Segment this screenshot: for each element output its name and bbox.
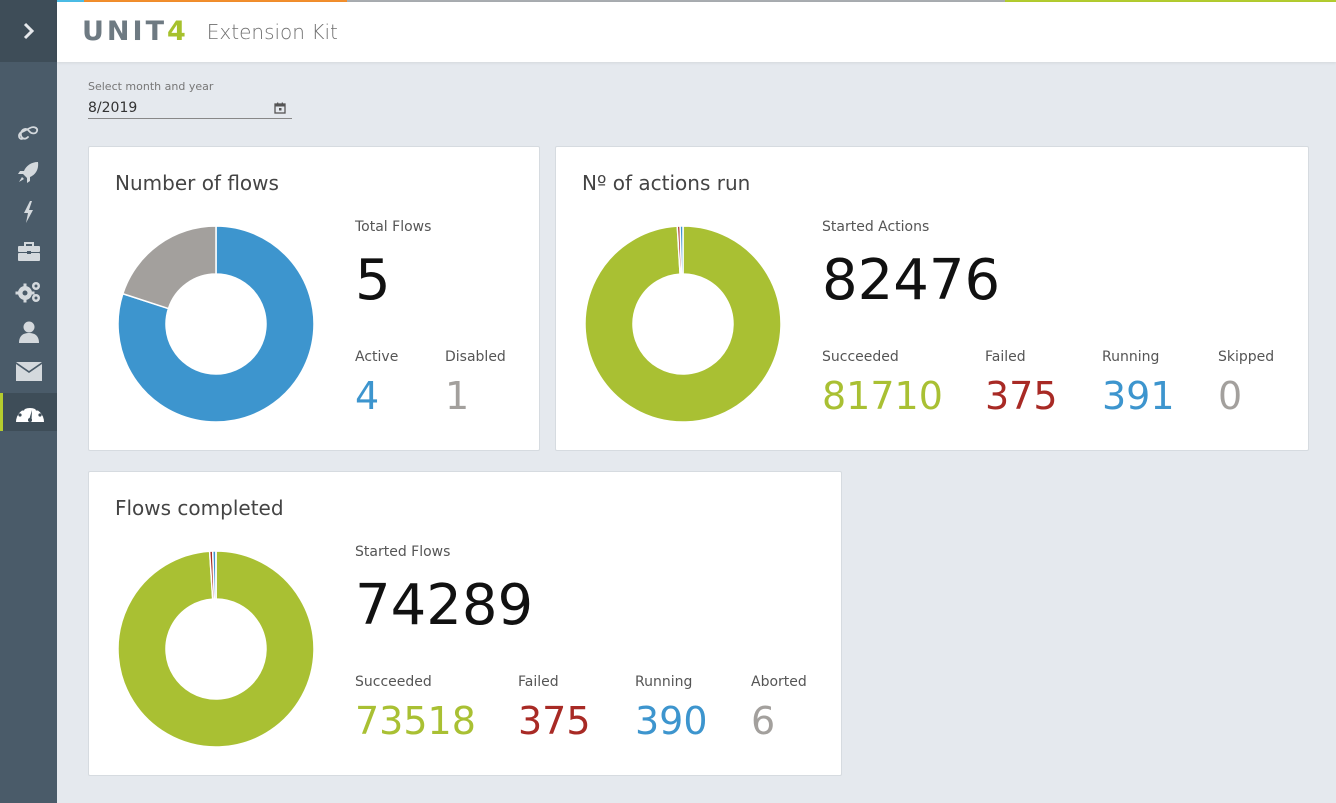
running-label: Running: [635, 674, 693, 690]
sidebar-item-dashboard[interactable]: [0, 393, 57, 431]
calendar-icon[interactable]: [274, 102, 286, 114]
logo-wordmark: UNIT4: [82, 16, 189, 47]
donut-slice-disabled[interactable]: [121, 225, 217, 310]
flows-donut-chart: [117, 225, 315, 423]
card-title: Flows completed: [115, 496, 284, 520]
envelope-icon: [15, 362, 42, 381]
gears-icon: [15, 282, 40, 303]
succeeded-value: 73518: [355, 699, 476, 743]
started-actions-value: 82476: [822, 248, 1001, 313]
lightning-icon: [23, 201, 33, 223]
skipped-label: Skipped: [1218, 349, 1275, 365]
sidebar-item-messages[interactable]: [0, 353, 57, 391]
skipped-value: 0: [1218, 374, 1243, 418]
app-header: UNIT4 Extension Kit: [57, 2, 1336, 62]
failed-value: 375: [518, 699, 591, 743]
sidebar-item-triggers[interactable]: [0, 193, 57, 231]
rocket-icon: [17, 162, 38, 183]
briefcase-icon: [17, 242, 40, 261]
running-label: Running: [1102, 349, 1160, 365]
completed-donut-chart: [117, 550, 315, 748]
logo-unit: UNIT: [82, 16, 167, 47]
card-title: Nº of actions run: [582, 171, 751, 195]
month-year-value: 8/2019: [88, 99, 138, 116]
sidebar-item-users[interactable]: [0, 313, 57, 351]
sidebar-item-deploy[interactable]: [0, 153, 57, 191]
active-value: 4: [355, 374, 380, 418]
sidebar: [0, 0, 57, 803]
failed-label: Failed: [985, 349, 1026, 365]
unit4-logo[interactable]: UNIT4 Extension Kit: [82, 16, 338, 47]
card-actions-run: Nº of actions run Started Actions 82476 …: [555, 146, 1309, 451]
active-label: Active: [355, 349, 399, 365]
failed-value: 375: [985, 374, 1058, 418]
succeeded-label: Succeeded: [822, 349, 899, 365]
sidebar-toggle-button[interactable]: [0, 0, 57, 62]
user-icon: [18, 321, 39, 343]
started-actions-label: Started Actions: [822, 219, 930, 235]
total-flows-label: Total Flows: [355, 219, 432, 235]
month-year-picker: Select month and year 8/2019: [88, 80, 292, 119]
disabled-label: Disabled: [445, 349, 506, 365]
card-title: Number of flows: [115, 171, 279, 195]
started-flows-label: Started Flows: [355, 544, 451, 560]
sidebar-item-services[interactable]: [0, 233, 57, 271]
actions-donut-chart: [584, 225, 782, 423]
disabled-value: 1: [445, 374, 470, 418]
succeeded-value: 81710: [822, 374, 943, 418]
total-flows-value: 5: [355, 248, 391, 313]
running-value: 391: [1102, 374, 1175, 418]
started-flows-value: 74289: [355, 573, 534, 638]
infinity-icon: [17, 126, 38, 140]
card-flows-completed: Flows completed Started Flows 74289 Succ…: [88, 471, 842, 776]
succeeded-label: Succeeded: [355, 674, 432, 690]
dashboard-icon: [16, 404, 44, 422]
logo-four: 4: [166, 16, 189, 47]
aborted-label: Aborted: [751, 674, 807, 690]
sidebar-item-integrations[interactable]: [0, 113, 57, 151]
running-value: 390: [635, 699, 708, 743]
month-year-label: Select month and year: [88, 80, 214, 93]
chevron-right-icon: [23, 22, 34, 40]
month-year-input[interactable]: 8/2019: [88, 97, 292, 119]
card-number-of-flows: Number of flows Total Flows 5 Active 4 D…: [88, 146, 540, 451]
sidebar-item-settings[interactable]: [0, 273, 57, 311]
failed-label: Failed: [518, 674, 559, 690]
aborted-value: 6: [751, 699, 776, 743]
app-name: Extension Kit: [206, 19, 338, 44]
